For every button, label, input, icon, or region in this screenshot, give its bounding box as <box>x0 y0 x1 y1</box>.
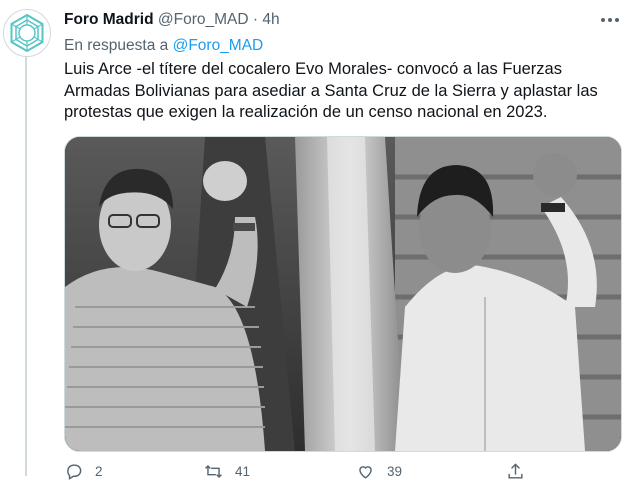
separator-dot: · <box>252 11 259 28</box>
photo-illustration <box>65 137 621 451</box>
reply-to-link[interactable]: @Foro_MAD <box>173 37 264 54</box>
tweet-text: Luis Arce -el títere del cocalero Evo Mo… <box>64 60 598 121</box>
hexagon-logo-icon <box>10 13 44 53</box>
reply-icon <box>67 463 82 480</box>
tweet[interactable]: Foro Madrid @Foro_MAD · 4h En respuesta … <box>0 0 633 480</box>
author-name[interactable]: Foro Madrid <box>64 11 154 28</box>
retweet-icon <box>205 464 222 478</box>
reply-button[interactable]: 2 <box>64 460 103 482</box>
more-options-button[interactable] <box>598 10 622 30</box>
tweet-photo[interactable] <box>64 136 622 452</box>
reply-count: 2 <box>95 463 103 479</box>
tweet-time[interactable]: 4h <box>262 11 279 28</box>
thread-line <box>25 56 27 476</box>
reply-prefix: En respuesta a <box>64 37 169 54</box>
share-icon <box>508 462 523 479</box>
reply-context: En respuesta a @Foro_MAD <box>64 36 263 56</box>
like-button[interactable]: 39 <box>356 460 402 482</box>
more-horizontal-icon <box>601 18 619 22</box>
avatar[interactable] <box>3 9 51 57</box>
heart-icon <box>359 465 372 479</box>
retweet-count: 41 <box>235 463 251 479</box>
tweet-actions: 2 41 39 <box>64 460 620 484</box>
author-handle[interactable]: @Foro_MAD <box>158 11 249 28</box>
share-button[interactable] <box>506 460 525 482</box>
like-count: 39 <box>387 463 403 479</box>
retweet-button[interactable]: 41 <box>204 460 250 482</box>
tweet-header: Foro Madrid @Foro_MAD · 4h <box>64 10 280 30</box>
